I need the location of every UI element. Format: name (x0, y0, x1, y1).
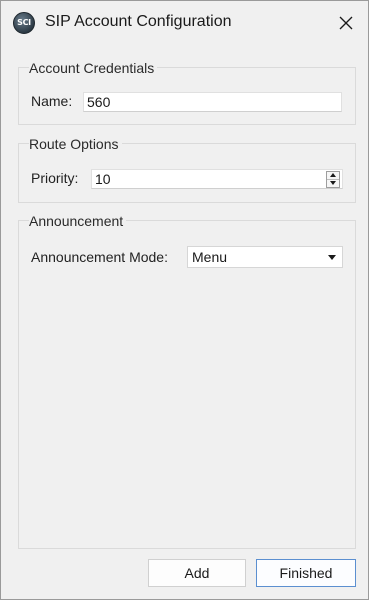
announcement-mode-label: Announcement Mode: (31, 249, 168, 265)
priority-spin-control[interactable] (326, 171, 340, 188)
chevron-down-icon (327, 181, 339, 185)
account-credentials-group: Account Credentials Name: 560 (18, 60, 356, 125)
app-logo-icon: SCI (13, 12, 35, 34)
title-bar[interactable]: SCI SIP Account Configuration (1, 1, 368, 45)
priority-stepper[interactable]: 10 (91, 169, 343, 189)
name-label: Name: (31, 93, 73, 109)
account-credentials-title: Account Credentials (29, 60, 158, 76)
announcement-group: Announcement Announcement Mode: Menu (18, 213, 356, 549)
add-button[interactable]: Add (148, 559, 246, 587)
dropdown-arrow-icon (328, 255, 336, 260)
chevron-up-icon (327, 173, 339, 177)
route-options-title: Route Options (29, 136, 122, 152)
priority-increment-button[interactable] (327, 172, 339, 180)
announcement-mode-select[interactable]: Menu (187, 246, 343, 268)
close-button[interactable] (329, 7, 363, 39)
name-field[interactable]: 560 (83, 92, 342, 112)
announcement-title: Announcement (29, 213, 127, 229)
priority-decrement-button[interactable] (327, 180, 339, 187)
announcement-mode-value: Menu (192, 249, 228, 265)
priority-value: 10 (95, 171, 111, 187)
route-options-group: Route Options Priority: 10 (18, 136, 356, 203)
window-title: SIP Account Configuration (45, 13, 232, 30)
sip-config-window: SCI SIP Account Configuration Account Cr… (0, 0, 369, 600)
finished-button[interactable]: Finished (256, 559, 356, 587)
close-icon (329, 15, 363, 31)
priority-label: Priority: (31, 170, 79, 186)
dialog-body: Account Credentials Name: 560 Route Opti… (1, 45, 368, 599)
